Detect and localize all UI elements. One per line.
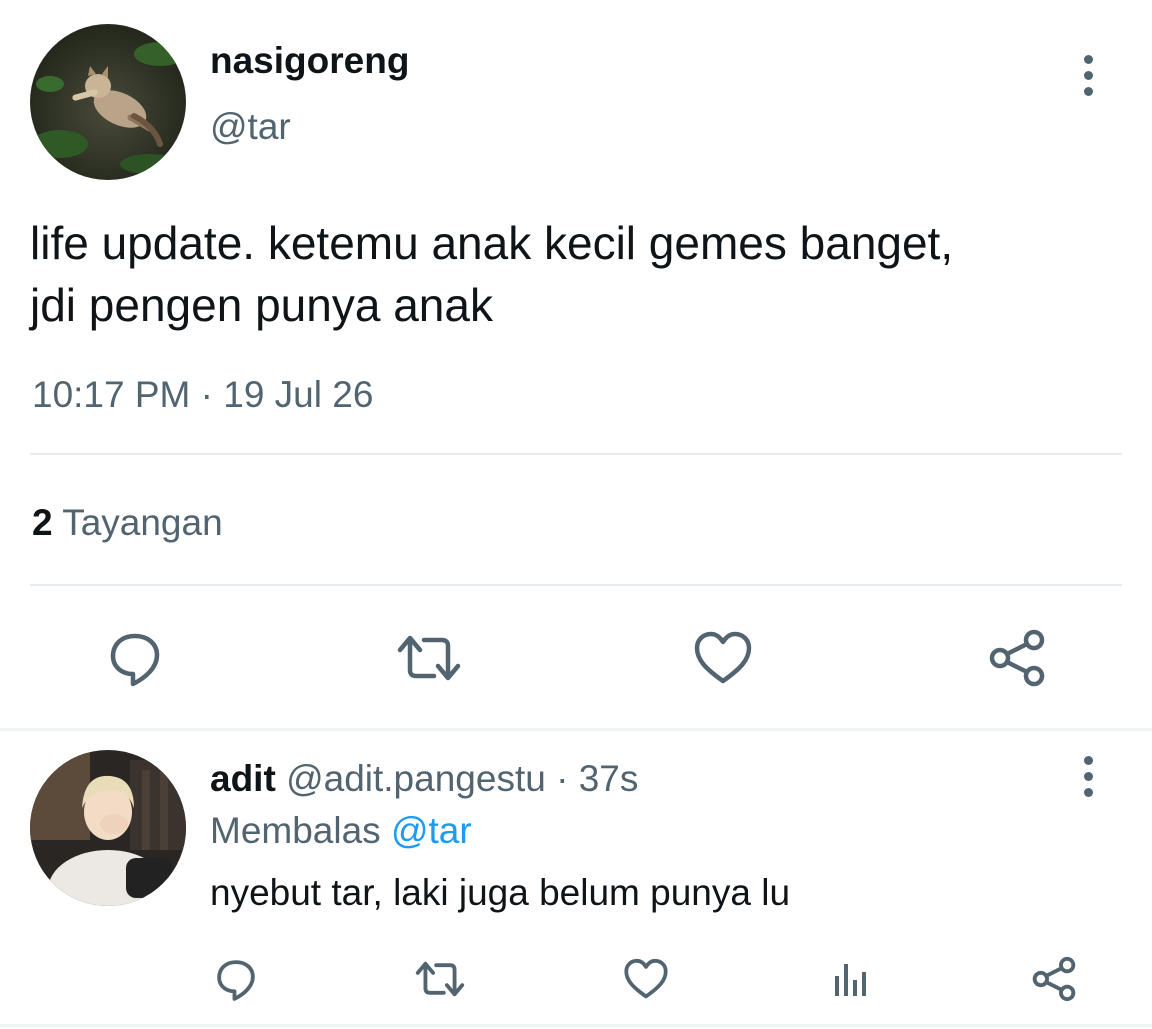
share-icon[interactable] [1028,952,1080,1006]
views-icon[interactable] [826,952,874,1006]
tweet-text-line: life update. ketemu anak kecil gemes ban… [30,217,954,269]
reply-handle[interactable]: @adit.pangestu [286,758,546,799]
more-options-icon[interactable] [1068,45,1108,105]
share-icon[interactable] [984,626,1050,690]
user-handle[interactable]: @tar [210,106,291,148]
more-options-icon[interactable] [1068,746,1108,806]
mention-link[interactable]: @tar [391,810,472,851]
reply-text: nyebut tar, laki juga belum punya lu [210,872,791,913]
like-icon[interactable] [690,626,756,690]
tweet-text: life update. ketemu anak kecil gemes ban… [30,212,1130,336]
replying-to: Membalas @tar [210,810,472,852]
reply-avatar[interactable] [30,750,186,906]
divider [0,728,1152,731]
divider [30,584,1122,586]
divider [30,453,1122,455]
retweet-icon[interactable] [392,626,466,690]
reply-display-name[interactable]: adit [210,758,276,799]
tweet-text-line: jdi pengen punya anak [30,279,493,331]
display-name[interactable]: nasigoreng [210,40,409,82]
tweet-timestamp[interactable]: 10:17 PM · 19 Jul 26 [32,374,373,416]
views-label: Tayangan [62,502,223,543]
reply-time: · 37s [556,758,639,799]
divider [0,1024,1152,1027]
views-number: 2 [32,502,53,543]
reply-icon[interactable] [100,626,170,690]
like-icon[interactable] [620,952,672,1006]
views-count[interactable]: 2 Tayangan [32,502,223,544]
person-avatar-image [30,750,186,906]
avatar[interactable] [30,24,186,180]
replying-prefix: Membalas [210,810,381,851]
cat-avatar-image [30,24,186,180]
reply-header: adit @adit.pangestu · 37s [210,758,638,800]
retweet-icon[interactable] [410,952,470,1006]
reply-icon[interactable] [210,952,262,1006]
